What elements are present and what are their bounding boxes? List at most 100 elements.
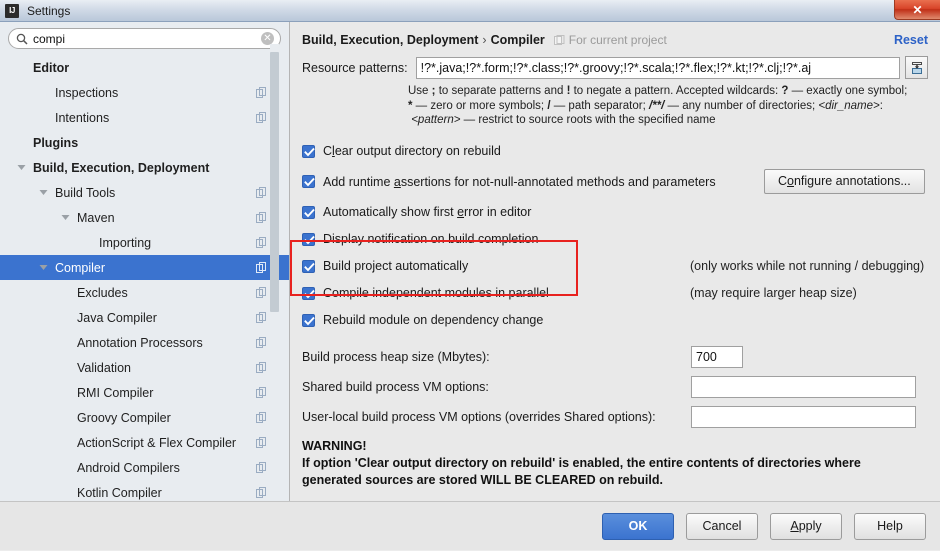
copy-settings-icon[interactable] <box>256 387 267 398</box>
scope-label: For current project <box>568 33 667 47</box>
field-input-shared-build-process-vm-options[interactable] <box>691 375 916 398</box>
copy-settings-icon[interactable] <box>256 187 267 198</box>
cfg-label-mnemonic: o <box>787 174 794 188</box>
copy-settings-icon[interactable] <box>256 362 267 373</box>
sidebar-item-label: Groovy Compiler <box>77 410 171 425</box>
checkbox-label-compile-independent-modules-in-parallel[interactable]: Compile independent modules in parallel <box>323 286 549 300</box>
sidebar-item-java-compiler[interactable]: Java Compiler <box>0 305 289 330</box>
option-note-build-project-automatically: (only works while not running / debuggin… <box>690 259 925 273</box>
sidebar-item-editor[interactable]: Editor <box>0 55 289 80</box>
breadcrumb: Build, Execution, Deployment › Compiler … <box>290 22 940 47</box>
label-part-pre: Add runtime <box>323 174 394 189</box>
copy-settings-icon[interactable] <box>256 262 267 273</box>
breadcrumb-parent[interactable]: Build, Execution, Deployment <box>302 33 478 47</box>
field-input-user-local-build-process-vm-options-override[interactable] <box>691 405 916 428</box>
window-title: Settings <box>27 3 71 18</box>
sidebar-item-rmi-compiler[interactable]: RMI Compiler <box>0 380 289 405</box>
sidebar-item-importing[interactable]: Importing <box>0 230 289 255</box>
option-row-add-runtime-assertions-for-not-null-annotate: Add runtime assertions for not-null-anno… <box>302 165 928 199</box>
sidebar-item-plugins[interactable]: Plugins <box>0 130 289 155</box>
chevron-down-icon[interactable] <box>58 211 72 225</box>
sidebar-item-groovy-compiler[interactable]: Groovy Compiler <box>0 405 289 430</box>
field-input-build-process-heap-size-mbytes[interactable]: 700 <box>691 345 743 368</box>
sidebar-item-label: Build Tools <box>55 185 116 200</box>
sidebar-item-intentions[interactable]: Intentions <box>0 105 289 130</box>
chevron-down-icon[interactable] <box>36 186 50 200</box>
sidebar-item-android-compilers[interactable]: Android Compilers <box>0 455 289 480</box>
sidebar-item-compiler[interactable]: Compiler <box>0 255 289 280</box>
copy-settings-icon[interactable] <box>256 487 267 498</box>
copy-settings-icon[interactable] <box>256 287 267 298</box>
checkbox-compile-independent-modules-in-parallel[interactable] <box>302 286 315 300</box>
checkbox-rebuild-module-on-dependency-change[interactable] <box>302 313 315 327</box>
checkbox-label-rebuild-module-on-dependency-change[interactable]: Rebuild module on dependency change <box>323 313 543 327</box>
sidebar-scrollbar[interactable] <box>270 44 279 481</box>
copy-settings-icon[interactable] <box>256 462 267 473</box>
sidebar-item-actionscript-flex-compiler[interactable]: ActionScript & Flex Compiler <box>0 430 289 455</box>
ok-button[interactable]: OK <box>602 512 674 540</box>
hint-line-3: <pattern> — restrict to source roots wit… <box>411 114 716 126</box>
configure-annotations-button[interactable]: Co nfigure annotations... <box>764 168 925 194</box>
sidebar-item-inspections[interactable]: Inspections <box>0 80 289 105</box>
reset-link[interactable]: Reset <box>894 33 928 47</box>
warning-line-1: If option 'Clear output directory on reb… <box>302 455 861 470</box>
copy-settings-icon[interactable] <box>256 337 267 348</box>
sidebar-item-kotlin-compiler[interactable]: Kotlin Compiler <box>0 480 289 501</box>
sidebar-item-build-execution-deployment[interactable]: Build, Execution, Deployment <box>0 155 289 180</box>
sidebar-item-maven[interactable]: Maven <box>0 205 289 230</box>
cancel-button[interactable]: Cancel <box>686 512 758 540</box>
checkbox-display-notification-on-build-completion[interactable] <box>302 232 315 246</box>
checkbox-label-clear-output-directory-on-rebuild[interactable]: Clear output directory on rebuild <box>323 144 501 158</box>
field-row-shared-build-process-vm-options: Shared build process VM options: <box>302 372 928 402</box>
copy-settings-icon[interactable] <box>256 312 267 323</box>
search-input[interactable]: compi <box>33 32 261 46</box>
sidebar-scrollbar-thumb[interactable] <box>270 52 279 312</box>
sidebar-item-excludes[interactable]: Excludes <box>0 280 289 305</box>
sidebar-item-label: Java Compiler <box>77 310 157 325</box>
checkbox-label-automatically-show-first-error-in-editor[interactable]: Automatically show first error in editor <box>323 205 531 219</box>
help-button[interactable]: Help <box>854 512 926 540</box>
sidebar-item-validation[interactable]: Validation <box>0 355 289 380</box>
chevron-down-icon[interactable] <box>36 261 50 275</box>
sidebar-item-label: Annotation Processors <box>77 335 203 350</box>
apply-button[interactable]: Apply <box>770 512 842 540</box>
label-part-post: ssertions for not-null-annotated methods… <box>400 174 716 189</box>
settings-sidebar: compi ✕ Editor Inspections Intentions Plugi… <box>0 22 290 501</box>
checkbox-clear-output-directory-on-rebuild[interactable] <box>302 144 315 158</box>
copy-settings-icon[interactable] <box>256 212 267 223</box>
label-part-pre: Build project automatically <box>323 259 469 273</box>
copy-settings-icon[interactable] <box>256 237 267 248</box>
search-box[interactable]: compi ✕ <box>8 28 281 49</box>
copy-settings-icon[interactable] <box>256 87 267 98</box>
copy-settings-icon[interactable] <box>256 112 267 123</box>
resource-patterns-input[interactable]: !?*.java;!?*.form;!?*.class;!?*.groovy;!… <box>415 56 900 79</box>
checkbox-automatically-show-first-error-in-editor[interactable] <box>302 205 315 219</box>
expand-field-icon[interactable] <box>905 56 928 79</box>
option-row-display-notification-on-build-completion: Display notification on build completion <box>302 226 928 253</box>
checkbox-add-runtime-assertions-for-not-null-annotate[interactable] <box>302 175 315 188</box>
chevron-down-icon[interactable] <box>14 161 28 175</box>
sidebar-item-label: RMI Compiler <box>77 385 154 400</box>
field-label-shared-build-process-vm-options: Shared build process VM options: <box>302 379 489 394</box>
checkbox-build-project-automatically[interactable] <box>302 259 315 273</box>
checkbox-label-add-runtime-assertions-for-not-null-annotate[interactable]: Add runtime assertions for not-null-anno… <box>323 175 716 189</box>
sidebar-item-annotation-processors[interactable]: Annotation Processors <box>0 330 289 355</box>
cfg-label-pre: C <box>778 174 788 188</box>
checkbox-label-build-project-automatically[interactable]: Build project automatically <box>323 259 468 273</box>
copy-settings-icon[interactable] <box>256 437 267 448</box>
close-icon[interactable]: ✕ <box>894 0 940 20</box>
field-label-build-process-heap-size-mbytes: Build process heap size (Mbytes): <box>302 349 490 364</box>
option-row-compile-independent-modules-in-parallel: Compile independent modules in parallel (… <box>302 280 928 307</box>
copy-settings-icon[interactable] <box>256 412 267 423</box>
checkbox-label-display-notification-on-build-completion[interactable]: Display notification on build completion <box>323 232 538 246</box>
label-part-mnemonic: e <box>457 205 465 219</box>
sidebar-item-build-tools[interactable]: Build Tools <box>0 180 289 205</box>
